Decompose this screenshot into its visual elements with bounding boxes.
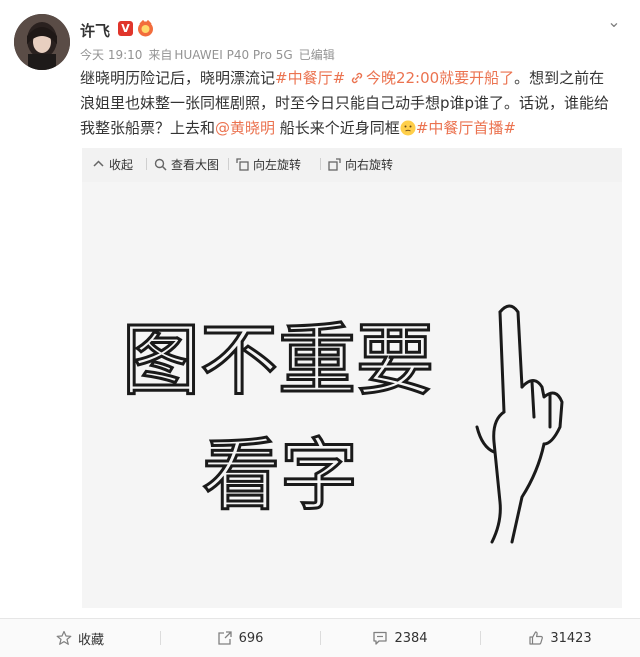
rotate-left-label: 向左旋转 xyxy=(253,158,302,172)
toolbar-divider xyxy=(320,158,321,170)
post-text: 继晓明历险记后，晓明漂流记#中餐厅# 今晚22:00就要开船了。想到之前在 浪姐… xyxy=(80,66,632,141)
verified-icon: V xyxy=(118,21,133,36)
hashtag-link[interactable]: #中餐厅# xyxy=(275,69,345,87)
mention-link[interactable]: @黄晓明 xyxy=(215,119,275,137)
post-time[interactable]: 今天 19:10 xyxy=(80,48,142,62)
text-segment: 浪姐里也妹整一张同框剧照，时至今日只能自己动手想p谁p谁了。话说，谁能给 xyxy=(80,94,610,112)
rotate-left-button[interactable]: 向左旋转 xyxy=(236,156,301,173)
rotate-left-icon xyxy=(236,158,249,171)
comment-button[interactable]: 2384 xyxy=(320,619,480,657)
post-image[interactable]: 图不重要 看字 xyxy=(82,182,622,608)
post-source[interactable]: HUAWEI P40 Pro 5G xyxy=(174,48,292,62)
more-options-icon[interactable]: ⌄ xyxy=(602,12,626,32)
favorite-button[interactable]: 收藏 xyxy=(0,619,160,657)
view-large-label: 查看大图 xyxy=(171,158,220,172)
collapse-button[interactable]: 收起 xyxy=(92,156,133,173)
like-count: 31423 xyxy=(550,630,592,646)
weibo-post-card: ⌄ 许飞 V 今天 19:10 来自 HUAWEI P40 Pro 5G 已编辑 继晓… xyxy=(0,0,640,657)
view-large-button[interactable]: 查看大图 xyxy=(154,156,219,173)
text-segment: 。想到之前在 xyxy=(514,69,605,87)
post-meta: 今天 19:10 来自 HUAWEI P40 Pro 5G 已编辑 xyxy=(80,46,341,63)
action-bar: 收藏 696 2384 31423 xyxy=(0,618,640,657)
hashtag-link[interactable]: #中餐厅首播# xyxy=(416,119,516,137)
toolbar-divider xyxy=(146,158,147,170)
source-prefix: 来自 xyxy=(148,48,173,62)
username[interactable]: 许飞 xyxy=(80,20,110,41)
magnifier-icon xyxy=(154,158,167,171)
repost-icon xyxy=(217,631,232,645)
favorite-label: 收藏 xyxy=(77,632,104,648)
post-image-canvas: 图不重要 看字 xyxy=(82,182,622,608)
like-button[interactable]: 31423 xyxy=(480,619,640,657)
thumbs-up-icon xyxy=(529,631,544,645)
collapse-label: 收起 xyxy=(109,158,134,172)
thinking-emoji-icon xyxy=(400,120,416,136)
edited-label[interactable]: 已编辑 xyxy=(299,48,335,62)
comment-count: 2384 xyxy=(394,630,428,646)
event-link[interactable]: 今晚22:00就要开船了 xyxy=(350,69,514,87)
star-icon xyxy=(56,630,72,645)
avatar-image xyxy=(14,14,70,70)
avatar[interactable] xyxy=(14,14,70,70)
repost-button[interactable]: 696 xyxy=(160,619,320,657)
repost-count: 696 xyxy=(238,630,264,646)
rotate-right-icon xyxy=(328,158,341,171)
vip-icon xyxy=(137,19,154,37)
image-text-line1: 图不重要 xyxy=(122,316,434,406)
image-text-line2: 看字 xyxy=(202,431,358,521)
text-segment: 船长来个近身同框 xyxy=(275,119,400,137)
text-segment: 继晓明历险记后，晓明漂流记 xyxy=(80,69,276,87)
text-segment: 我整张船票？上去和 xyxy=(80,119,216,137)
rotate-right-label: 向右旋转 xyxy=(345,158,394,172)
comment-icon xyxy=(373,631,388,645)
toolbar-divider xyxy=(228,158,229,170)
rotate-right-button[interactable]: 向右旋转 xyxy=(328,156,393,173)
link-icon xyxy=(351,72,363,84)
image-toolbar: 收起 查看大图 向左旋转 向右旋转 xyxy=(82,148,622,180)
event-link-label: 今晚22:00就要开船了 xyxy=(365,69,515,87)
collapse-icon xyxy=(93,160,104,167)
